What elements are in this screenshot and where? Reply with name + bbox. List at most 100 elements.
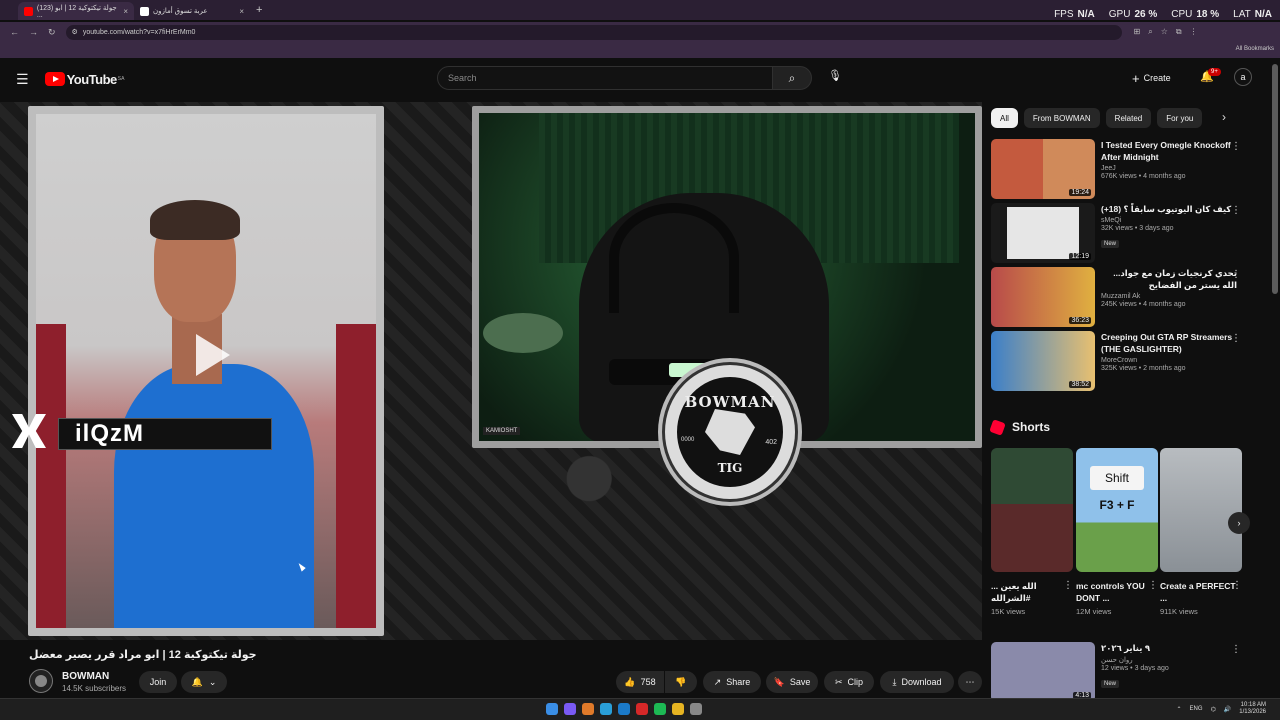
short-title[interactable]: mc controls YOU DONT ...	[1076, 580, 1158, 604]
scissors-icon: ✂	[834, 676, 843, 687]
menu-icon[interactable]: ⋮	[1190, 27, 1198, 37]
more-icon[interactable]: ⋮	[1232, 580, 1242, 591]
zoom-icon[interactable]: ⌕	[1148, 27, 1152, 37]
voice-search-icon[interactable]: 🎙	[826, 69, 844, 87]
recommendation-item[interactable]: 19:24 I Tested Every Omegle Knockoff Aft…	[991, 139, 1251, 199]
youtube-logo[interactable]: YouTube SA	[44, 72, 125, 87]
youtube-favicon-icon	[24, 6, 33, 16]
address-bar[interactable]: ⚙ youtube.com/watch?v=x7fiHrErMm0	[65, 24, 1122, 40]
chip-all[interactable]: All	[991, 108, 1018, 128]
chip-from-channel[interactable]: From BOWMAN	[1023, 108, 1100, 128]
more-icon[interactable]: ⋮	[1231, 644, 1241, 655]
app-icon[interactable]	[564, 703, 576, 715]
video-thumbnail[interactable]: 36:23	[991, 267, 1095, 327]
video-title[interactable]: تحدي كرنجيات زمان مع جواد... الله يستر م…	[1101, 267, 1237, 291]
more-icon[interactable]: ⋮	[1148, 580, 1158, 591]
short-item[interactable]: الله يعين ... #الشرالله 15K views ⋮	[991, 448, 1073, 616]
like-button[interactable]: 👍 758	[616, 671, 664, 693]
tab-youtube[interactable]: (123) جولة تيكتوكية 12 | ابو ... ×	[18, 2, 134, 20]
steam-icon[interactable]	[618, 703, 630, 715]
app-icon[interactable]	[600, 703, 612, 715]
channel-avatar[interactable]	[29, 669, 53, 693]
chips-next-icon[interactable]: ›	[1222, 110, 1226, 124]
network-icon[interactable]: ⌬	[1211, 706, 1216, 713]
channel-name[interactable]: BOWMAN	[62, 671, 109, 682]
close-tab-icon[interactable]: ×	[123, 7, 128, 16]
recommendation-item[interactable]: 12:19 كيف كان اليوتيوب سابقاً ؟ (18+) sM…	[991, 203, 1251, 263]
all-bookmarks-button[interactable]: All Bookmarks	[1236, 46, 1274, 52]
short-title[interactable]: الله يعين ... #الشرالله	[991, 580, 1073, 604]
short-thumbnail[interactable]	[991, 448, 1073, 572]
close-tab-icon[interactable]: ×	[239, 7, 244, 16]
video-title[interactable]: كيف كان اليوتيوب سابقاً ؟ (18+)	[1101, 203, 1237, 215]
more-icon[interactable]: ⋮	[1231, 141, 1241, 152]
new-tab-icon[interactable]: +	[256, 4, 262, 16]
short-thumbnail[interactable]	[1160, 448, 1242, 572]
search-button[interactable]: ⌕	[772, 66, 812, 90]
forward-icon[interactable]: →	[29, 27, 38, 37]
shorts-next-button[interactable]: ›	[1228, 512, 1250, 534]
video-title[interactable]: Creeping Out GTA RP Streamers (THE GASLI…	[1101, 331, 1237, 355]
play-overlay-icon[interactable]	[196, 334, 230, 376]
chip-related[interactable]: Related	[1105, 108, 1152, 128]
video-player[interactable]: ilQzM KAMIOSHT BOWMAN 0000 402 TIG	[0, 102, 982, 640]
create-button[interactable]: + Create	[1132, 68, 1171, 88]
app-icon[interactable]	[582, 703, 594, 715]
more-icon[interactable]: ⋮	[1231, 205, 1241, 216]
search-input[interactable]: Search	[437, 66, 773, 90]
settings-icon[interactable]	[690, 703, 702, 715]
short-thumbnail[interactable]: Shift F3 + F	[1076, 448, 1158, 572]
short-title[interactable]: Create a PERFECT ...	[1160, 580, 1242, 604]
recommendation-item[interactable]: 36:23 تحدي كرنجيات زمان مع جواد... الله …	[991, 267, 1251, 327]
recommendation-item[interactable]: 38:52 Creeping Out GTA RP Streamers (THE…	[991, 331, 1251, 391]
spotify-icon[interactable]	[654, 703, 666, 715]
more-icon[interactable]: ⋮	[1231, 269, 1241, 280]
more-icon[interactable]: ⋮	[1063, 580, 1073, 591]
clock[interactable]: 10:18 AM 1/13/2026	[1239, 702, 1266, 716]
share-button[interactable]: ↗ Share	[703, 671, 761, 693]
page-scrollbar[interactable]	[1272, 64, 1278, 294]
video-thumbnail[interactable]: 38:52	[991, 331, 1095, 391]
windows-taskbar: ⌃ ENG ⌬ 🔊 10:18 AM 1/13/2026	[0, 698, 1280, 720]
short-item[interactable]: Create a PERFECT ... 911K views ⋮	[1160, 448, 1242, 616]
chip-for-you[interactable]: For you	[1157, 108, 1203, 128]
translate-icon[interactable]: ⊞	[1134, 27, 1141, 37]
short-item[interactable]: Shift F3 + F mc controls YOU DONT ... 12…	[1076, 448, 1158, 616]
tab-amazon[interactable]: عربة تسوق أمازون ×	[134, 2, 250, 20]
volume-icon[interactable]: 🔊	[1224, 706, 1231, 713]
chevron-up-icon[interactable]: ⌃	[1177, 706, 1182, 713]
reload-icon[interactable]: ↻	[48, 27, 56, 38]
video-thumbnail[interactable]: 4:13	[991, 642, 1095, 702]
video-thumbnail[interactable]: 19:24	[991, 139, 1095, 199]
join-button[interactable]: Join	[139, 671, 177, 693]
channel-name[interactable]: sMeQi	[1101, 217, 1237, 224]
subscribed-bell-button[interactable]: 🔔 ⌄	[181, 671, 227, 693]
recommendation-item[interactable]: 4:13 ٩ يناير ٢٠٢٦ روان حسن 12 views • 3 …	[991, 642, 1251, 702]
more-actions-button[interactable]: ⋯	[958, 671, 982, 693]
site-info-icon[interactable]: ⚙	[72, 28, 78, 36]
save-button[interactable]: 🔖 Save	[766, 671, 818, 693]
more-icon[interactable]: ⋮	[1231, 333, 1241, 344]
start-icon[interactable]	[546, 703, 558, 715]
back-icon[interactable]: ←	[10, 27, 19, 37]
region-code: SA	[117, 76, 125, 82]
video-title[interactable]: ٩ يناير ٢٠٢٦	[1101, 642, 1237, 654]
channel-name[interactable]: Muzzamil Ak	[1101, 293, 1237, 300]
language-indicator[interactable]: ENG	[1190, 706, 1203, 712]
video-duration: 38:52	[1069, 381, 1091, 388]
video-title[interactable]: I Tested Every Omegle Knockoff After Mid…	[1101, 139, 1237, 163]
channel-name[interactable]: روان حسن	[1101, 656, 1237, 664]
bookmark-star-icon[interactable]: ☆	[1161, 27, 1168, 37]
download-button[interactable]: ⤓ Download	[880, 671, 954, 693]
extensions-icon[interactable]: ⧉	[1176, 27, 1182, 37]
channel-name[interactable]: JeeJ	[1101, 165, 1237, 172]
create-label: Create	[1143, 73, 1171, 83]
clip-button[interactable]: ✂ Clip	[824, 671, 874, 693]
app-icon[interactable]	[636, 703, 648, 715]
chrome-icon[interactable]	[672, 703, 684, 715]
hamburger-menu-icon[interactable]: ☰	[16, 71, 29, 88]
account-avatar[interactable]: a	[1234, 68, 1252, 86]
video-thumbnail[interactable]: 12:19	[991, 203, 1095, 263]
dislike-button[interactable]: 👎	[665, 671, 697, 693]
channel-name[interactable]: MoreCrown	[1101, 357, 1237, 364]
